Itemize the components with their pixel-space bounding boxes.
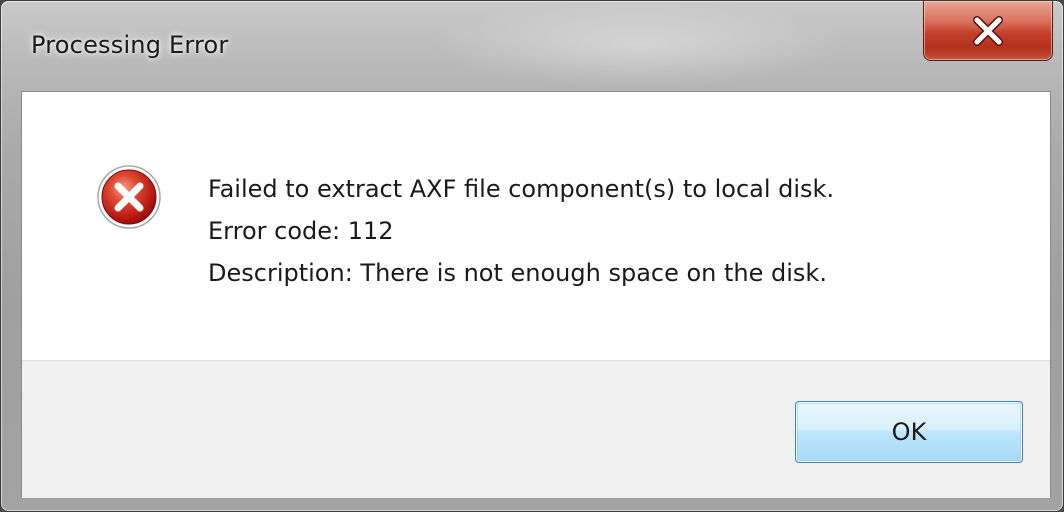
window-title: Processing Error: [31, 31, 229, 59]
message-line-3: Description: There is not enough space o…: [208, 259, 827, 287]
message-area: Failed to extract AXF file component(s) …: [22, 92, 1050, 360]
close-button[interactable]: [923, 1, 1053, 61]
error-icon: [97, 165, 161, 229]
message-line-2: Error code: 112: [208, 217, 394, 245]
dialog-client-area: Failed to extract AXF file component(s) …: [21, 91, 1051, 498]
button-footer: OK: [22, 360, 1050, 498]
ok-button[interactable]: OK: [795, 401, 1023, 463]
error-message: Failed to extract AXF file component(s) …: [208, 168, 834, 294]
close-x-icon: [973, 15, 1003, 46]
dialog-window: Processing Error Failed to extract AXF f…: [0, 0, 1064, 512]
message-line-1: Failed to extract AXF file component(s) …: [208, 175, 835, 203]
